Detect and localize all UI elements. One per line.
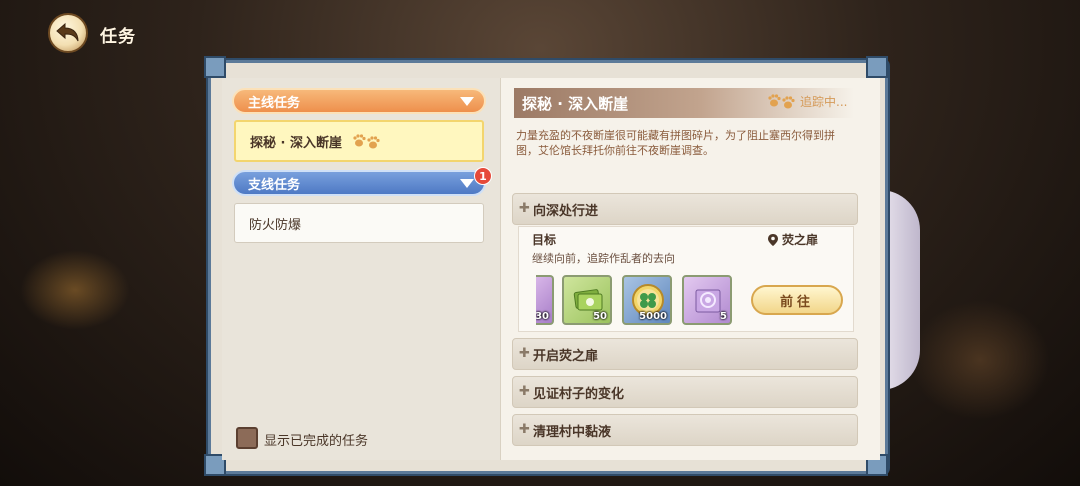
reward-count: 5000 <box>639 311 667 322</box>
paw-tracking-icon <box>768 94 795 109</box>
quest-step-label: 见证村子的变化 <box>533 386 625 402</box>
page-title: 任务 <box>100 27 136 47</box>
quest-step-label: 清理村中黏液 <box>533 424 612 440</box>
main-quest-category-label: 主线任务 <box>248 95 301 111</box>
step-marker-icon: ✚ <box>519 384 530 399</box>
back-arrow-icon <box>56 22 79 42</box>
side-quest-category[interactable]: 支线任务 <box>232 170 486 196</box>
quest-step[interactable]: ✚ 见证村子的变化 <box>512 376 858 408</box>
quest-item-label: 探秘 · 深入断崖 <box>250 135 342 151</box>
quest-step[interactable]: ✚ 清理村中黏液 <box>512 414 858 446</box>
step-marker-icon: ✚ <box>519 201 530 216</box>
quest-step-expanded[interactable]: ✚ 向深处行进 <box>512 193 858 225</box>
quest-title: 探秘 · 深入断崖 <box>522 94 629 113</box>
quest-step-label: 向深处行进 <box>533 203 599 219</box>
chevron-down-icon <box>460 179 474 188</box>
back-button[interactable] <box>48 13 88 53</box>
show-completed-label: 显示已完成的任务 <box>264 434 369 449</box>
frame-corner <box>204 56 226 78</box>
step-marker-icon: ✚ <box>519 346 530 361</box>
main-quest-category[interactable]: 主线任务 <box>232 88 486 114</box>
reward-item[interactable]: 50 <box>562 275 612 325</box>
quest-item-active[interactable]: 探秘 · 深入断崖 <box>234 120 484 162</box>
quest-item[interactable]: 防火防爆 <box>234 203 484 243</box>
tracking-label: 追踪中... <box>800 94 848 109</box>
reward-count: 30 <box>536 311 549 322</box>
chevron-down-icon <box>460 97 474 106</box>
frame-corner <box>866 56 888 78</box>
background-decor <box>910 300 1050 420</box>
reward-count: 50 <box>593 311 607 322</box>
reward-item[interactable]: 5 <box>682 275 732 325</box>
goal-text: 继续向前，追踪作乱者的去向 <box>532 252 675 265</box>
step-marker-icon: ✚ <box>519 422 530 437</box>
background-decor <box>20 250 130 330</box>
paw-tracking-icon <box>352 131 382 151</box>
quest-description: 力量充盈的不夜断崖很可能藏有拼图碎片，为了阻止塞西尔得到拼图，艾伦馆长拜托你前往… <box>516 129 835 157</box>
goal-location: 荧之扉 <box>768 231 818 248</box>
goal-label: 目标 <box>532 233 557 247</box>
quest-step[interactable]: ✚ 开启荧之扉 <box>512 338 858 370</box>
side-quest-category-label: 支线任务 <box>248 177 301 193</box>
location-pin-icon <box>768 233 778 246</box>
goal-location-label: 荧之扉 <box>782 233 819 247</box>
quest-step-label: 开启荧之扉 <box>533 348 599 364</box>
go-button[interactable]: 前往 <box>751 285 843 315</box>
reward-item[interactable]: 30 <box>536 275 554 325</box>
reward-count: 5 <box>720 311 727 322</box>
tracking-button[interactable]: 追踪中... <box>766 91 847 111</box>
show-completed-checkbox[interactable] <box>236 427 258 449</box>
quest-item-label: 防火防爆 <box>249 217 302 233</box>
reward-item[interactable]: 5000 <box>622 275 672 325</box>
notification-badge: 1 <box>474 167 492 185</box>
